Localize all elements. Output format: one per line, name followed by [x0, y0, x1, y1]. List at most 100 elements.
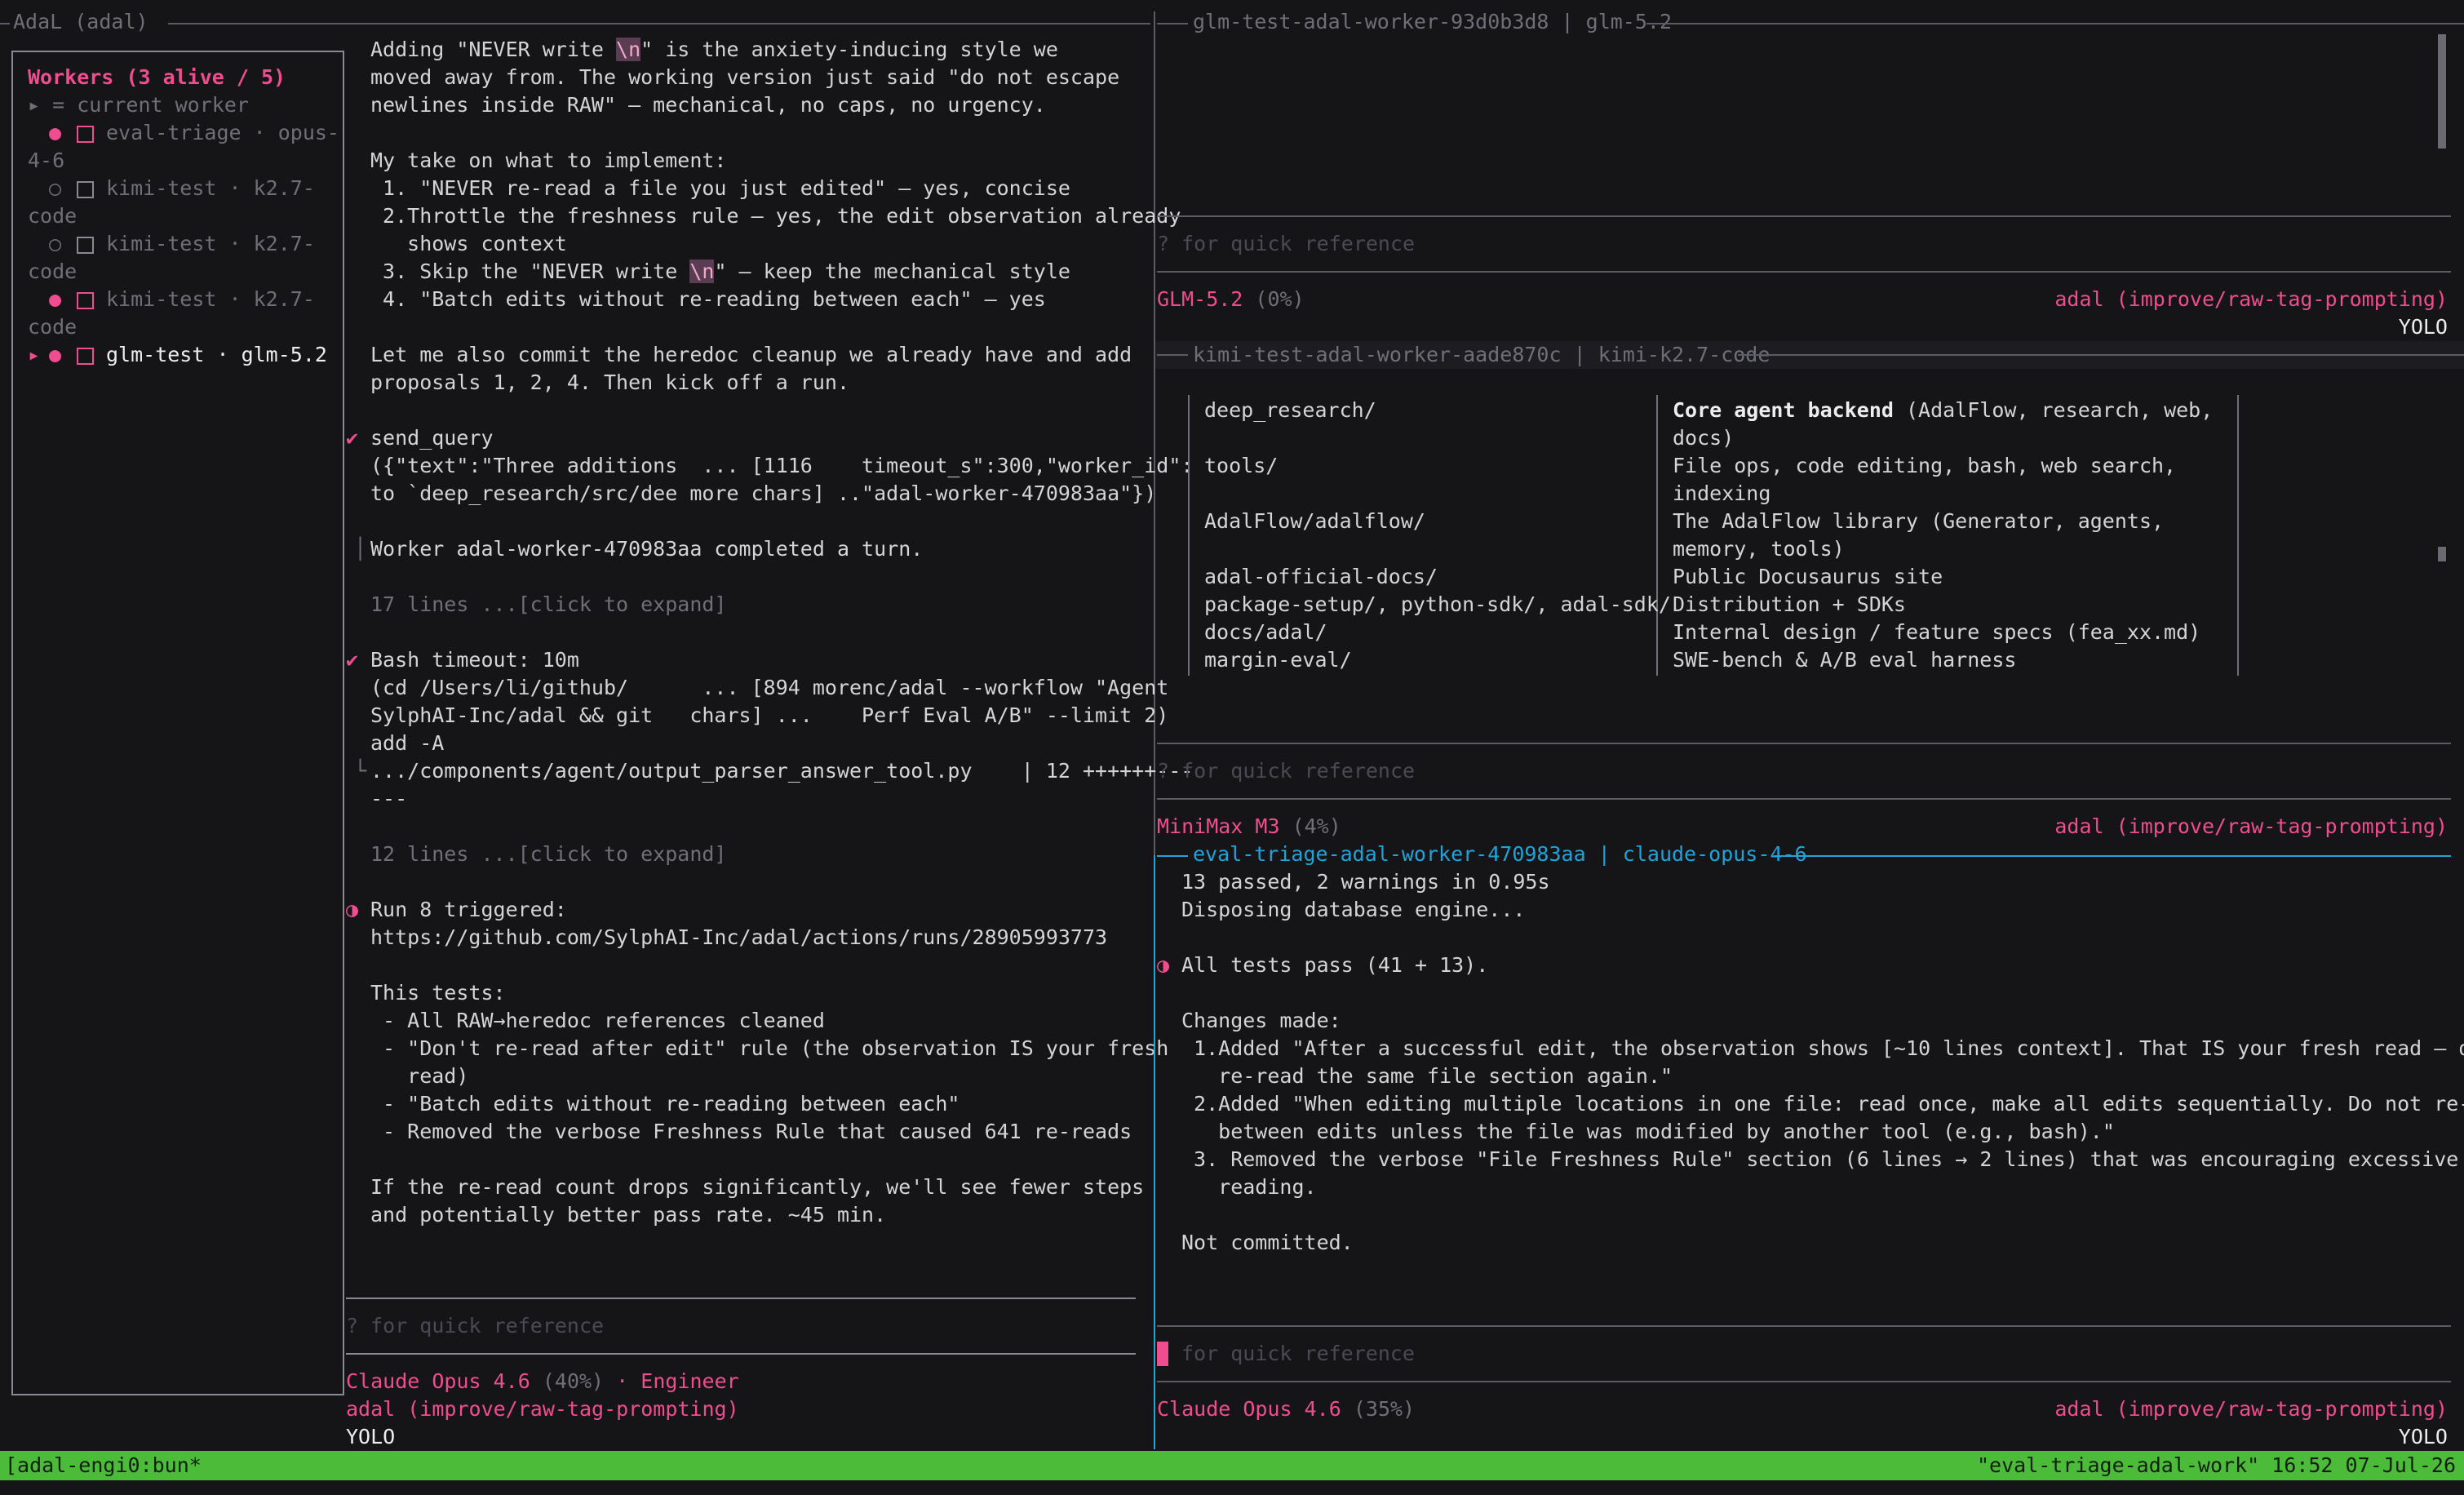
top-rule: [1646, 23, 2464, 24]
worker-label: eval-triage · opus-: [106, 121, 339, 144]
git-branch: adal (improve/raw-tag-prompting): [346, 1397, 739, 1421]
input-rule: [1157, 1381, 2451, 1382]
worker-item-eval-triage[interactable]: ● eval-triage · opus- 4-6: [28, 119, 346, 175]
message-line: - Removed the verbose Freshness Rule tha…: [370, 1120, 1132, 1143]
message-line: 3. Skip the "NEVER write \n" — keep the …: [370, 260, 1070, 283]
worker-item-kimi-test[interactable]: ● kimi-test · k2.7- code: [28, 286, 346, 341]
input-rule: [1157, 1325, 2451, 1327]
git-branch: adal (improve/raw-tag-prompting): [2054, 814, 2448, 838]
table-cell-dir: docs/adal/: [1204, 620, 1327, 644]
table-cell-desc: File ops, code editing, bash, web search…: [1673, 454, 2177, 477]
bold-label: Core agent backend: [1673, 398, 1894, 422]
tool-call-label: Bash timeout: 10m: [370, 648, 579, 672]
top-rule: [1157, 23, 1188, 24]
model-name: Claude Opus 4.6: [1157, 1397, 1341, 1421]
tool-call-output: .../components/agent/output_parser_answe…: [370, 759, 1194, 783]
eval-prompt-input[interactable]: for quick reference: [1181, 1340, 1415, 1368]
glm-pane-title: glm-test-adal-worker-93d0b3d8 | glm-5.2: [1193, 10, 1672, 33]
tool-call-output: ---: [370, 787, 408, 810]
table-cell-desc: Internal design / feature specs (fea_xx.…: [1673, 620, 2201, 644]
worker-checkbox[interactable]: [77, 292, 94, 309]
worker-item-glm-test[interactable]: ▸ ● glm-test · glm-5.2: [28, 341, 346, 369]
input-rule: [1157, 215, 2451, 217]
tool-call-args: to `deep_research/src/dee more chars] ..…: [370, 481, 1157, 505]
table-cell-dir: package-setup/, python-sdk/, adal-sdk/: [1204, 592, 1671, 616]
kimi-model-status: MiniMax M3 (4%): [1157, 813, 1341, 841]
message-line: - "Don't re-read after edit" rule (the o…: [370, 1036, 1169, 1060]
session-title: AdaL (adal): [13, 10, 148, 33]
worker-label-cont: code: [28, 315, 78, 339]
change-line: 1.Added "After a successful edit, the ob…: [1181, 1036, 2464, 1060]
kimi-pane-title: kimi-test-adal-worker-aade870c | kimi-k2…: [1193, 343, 1770, 366]
worker-label-cont: 4-6: [28, 149, 65, 172]
main-model-status: Claude Opus 4.6 (40%) · Engineer: [346, 1368, 739, 1395]
run-url-link[interactable]: https://github.com/SylphAI-Inc/adal/acti…: [370, 924, 1107, 952]
half-circle-status-icon: ◑: [1157, 953, 1170, 977]
text-cursor: [1157, 1342, 1168, 1366]
table-border: [1188, 395, 1190, 676]
tmux-window-list[interactable]: [adal-engi0:bun*: [5, 1452, 202, 1479]
model-usage: (35%): [1353, 1397, 1416, 1421]
table-border: [2237, 395, 2239, 676]
worker-status-dot-icon: ○: [49, 232, 62, 255]
not-committed-message: Not committed.: [1181, 1231, 1354, 1254]
message-line: - All RAW→heredoc references cleaned: [370, 1009, 825, 1032]
main-prompt-input[interactable]: ? for quick reference: [346, 1312, 604, 1340]
worker-checkbox[interactable]: [77, 181, 94, 198]
checkmark-icon: ✔: [346, 426, 359, 450]
active-pane-rule: [1774, 855, 2451, 857]
change-line: between edits unless the file was modifi…: [1181, 1120, 2115, 1143]
changes-title: Changes made:: [1181, 1009, 1341, 1032]
worker-checkbox[interactable]: [77, 237, 94, 254]
active-pane-border: [1154, 855, 1155, 1449]
table-cell-dir: tools/: [1204, 454, 1279, 477]
terminal-window: { "topbar": { "session_title": "AdaL (ad…: [0, 0, 2464, 1495]
kimi-pane-scrollbar[interactable]: [2438, 547, 2446, 561]
git-branch: adal (improve/raw-tag-prompting): [2054, 287, 2448, 311]
input-rule: [1157, 798, 2451, 800]
tool-call-args: add -A: [370, 731, 445, 755]
input-rule: [346, 1298, 1136, 1299]
top-rule: [168, 23, 1150, 24]
table-cell-desc: indexing: [1673, 481, 1771, 505]
mode-badge: YOLO: [2398, 315, 2448, 339]
tool-call-label: send_query: [370, 426, 494, 450]
glm-pane-scrollbar[interactable]: [2438, 34, 2446, 149]
current-worker-marker-icon: ▸: [28, 343, 41, 366]
glm-prompt-input[interactable]: ? for quick reference: [1157, 230, 1415, 258]
worker-label: kimi-test · k2.7-: [106, 176, 315, 200]
mode-badge: YOLO: [2398, 1425, 2448, 1448]
input-rule: [346, 1353, 1136, 1355]
table-cell-desc: Public Docusaurus site: [1673, 565, 1943, 588]
message-line: 1. "NEVER re-read a file you just edited…: [370, 176, 1070, 200]
model-usage: (40%): [542, 1369, 605, 1393]
worker-item-kimi-test[interactable]: ○ kimi-test · k2.7- code: [28, 230, 346, 286]
half-circle-status-icon: ◑: [346, 898, 359, 921]
message-line: shows context: [370, 232, 567, 255]
eval-pane-title: eval-triage-adal-worker-470983aa | claud…: [1193, 842, 1807, 866]
kimi-prompt-input[interactable]: ? for quick reference: [1157, 757, 1415, 785]
tmux-status-right: "eval-triage-adal-work" 16:52 07-Jul-26: [1977, 1453, 2456, 1477]
agent-role: · Engineer: [616, 1369, 739, 1393]
message-line: newlines inside RAW" — mechanical, no ca…: [370, 93, 1046, 117]
top-rule: [1157, 354, 1188, 356]
mode-badge: YOLO: [346, 1425, 396, 1448]
expand-output-link[interactable]: 12 lines ...[click to expand]: [370, 841, 727, 868]
glm-model-status: GLM-5.2 (0%): [1157, 286, 1305, 313]
eval-model-status: Claude Opus 4.6 (35%): [1157, 1395, 1415, 1423]
worker-status-dot-icon: ○: [49, 176, 62, 200]
worker-item-kimi-test[interactable]: ○ kimi-test · k2.7- code: [28, 175, 346, 230]
model-usage: (0%): [1255, 287, 1305, 311]
table-border: [1656, 395, 1658, 676]
table-cell-dir: deep_research/: [1204, 398, 1376, 422]
tool-call-args: (cd /Users/li/github/ ... [894 morenc/ad…: [370, 676, 1169, 699]
expand-output-link[interactable]: 17 lines ...[click to expand]: [370, 591, 727, 619]
tmux-status-bar: [adal-engi0:bun* "eval-triage-adal-work"…: [0, 1451, 2464, 1480]
top-rule: [1738, 354, 2464, 356]
table-cell-desc: memory, tools): [1673, 537, 1845, 561]
tree-branch-icon: │: [354, 537, 367, 561]
worker-checkbox[interactable]: [77, 348, 94, 365]
run-triggered-label: Run 8 triggered:: [370, 898, 567, 921]
worker-checkbox[interactable]: [77, 126, 94, 143]
message-line: 2.Throttle the freshness rule — yes, the…: [370, 204, 1181, 228]
